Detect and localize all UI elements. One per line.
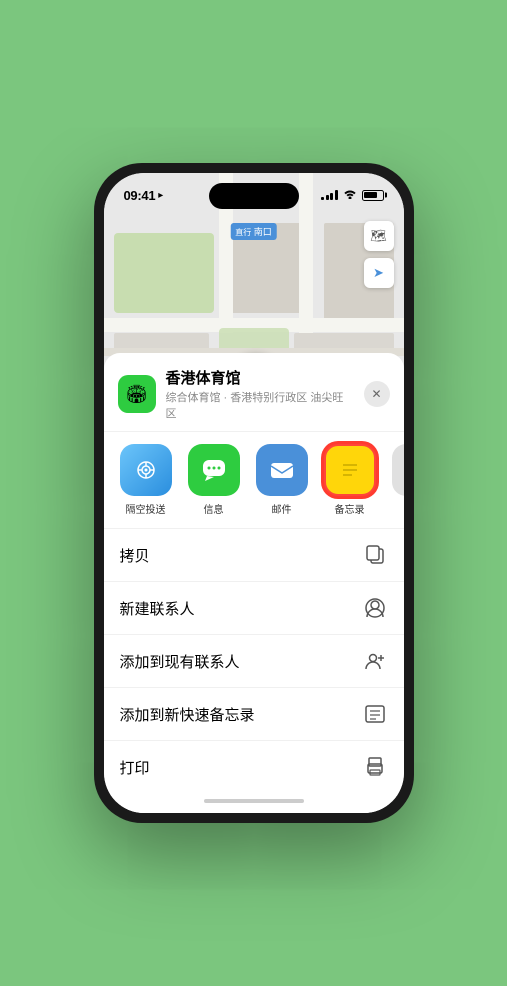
share-more[interactable]: 推 <box>390 444 404 516</box>
messages-icon <box>188 444 240 496</box>
airdrop-label: 隔空投送 <box>126 501 166 516</box>
map-controls: 🗺 ➤ <box>364 221 394 288</box>
status-icons <box>321 188 384 202</box>
add-existing-label: 添加到现有联系人 <box>120 651 240 672</box>
action-quick-note[interactable]: 添加到新快速备忘录 <box>104 688 404 741</box>
quick-note-icon <box>362 701 388 727</box>
phone-screen: 09:41 ▸ <box>104 173 404 813</box>
new-contact-label: 新建联系人 <box>120 598 195 619</box>
location-arrow-icon: ▸ <box>158 190 163 201</box>
home-indicator <box>104 793 404 813</box>
battery-icon <box>362 190 384 201</box>
phone-frame: 09:41 ▸ <box>94 163 414 823</box>
signal-bars-icon <box>321 190 338 200</box>
print-icon <box>362 754 388 780</box>
bottom-sheet: 🏟 香港体育馆 综合体育馆 · 香港特别行政区 油尖旺区 ✕ <box>104 353 404 813</box>
action-add-existing[interactable]: 添加到现有联系人 <box>104 635 404 688</box>
notes-icon <box>324 444 376 496</box>
share-row: 隔空投送 信息 <box>104 432 404 529</box>
close-button[interactable]: ✕ <box>364 381 390 407</box>
airdrop-icon <box>120 444 172 496</box>
action-new-contact[interactable]: 新建联系人 <box>104 582 404 635</box>
venue-info: 香港体育馆 综合体育馆 · 香港特别行政区 油尖旺区 <box>166 367 354 421</box>
add-existing-icon <box>362 648 388 674</box>
copy-label: 拷贝 <box>120 545 150 566</box>
status-time: 09:41 <box>124 188 156 203</box>
dynamic-island <box>209 183 299 209</box>
venue-name: 香港体育馆 <box>166 367 354 388</box>
share-airdrop[interactable]: 隔空投送 <box>118 444 174 516</box>
venue-subtitle: 综合体育馆 · 香港特别行政区 油尖旺区 <box>166 389 354 421</box>
print-label: 打印 <box>120 757 150 778</box>
action-print[interactable]: 打印 <box>104 741 404 793</box>
location-icon: ➤ <box>373 265 384 281</box>
quick-note-label: 添加到新快速备忘录 <box>120 704 255 725</box>
more-icon <box>392 444 404 496</box>
notes-label: 备忘录 <box>335 501 365 516</box>
map-south-entrance-label: 直行 南口 <box>230 223 277 240</box>
map-type-button[interactable]: 🗺 <box>364 221 394 251</box>
map-type-icon: 🗺 <box>370 228 387 244</box>
venue-icon: 🏟 <box>118 375 156 413</box>
messages-label: 信息 <box>204 501 224 516</box>
mail-icon <box>256 444 308 496</box>
mail-label: 邮件 <box>272 501 292 516</box>
sheet-header: 🏟 香港体育馆 综合体育馆 · 香港特别行政区 油尖旺区 ✕ <box>104 353 404 432</box>
copy-icon <box>362 542 388 568</box>
share-notes[interactable]: 备忘录 <box>322 444 378 516</box>
location-button[interactable]: ➤ <box>364 258 394 288</box>
share-mail[interactable]: 邮件 <box>254 444 310 516</box>
share-messages[interactable]: 信息 <box>186 444 242 516</box>
new-contact-icon <box>362 595 388 621</box>
action-copy[interactable]: 拷贝 <box>104 529 404 582</box>
wifi-icon <box>343 188 357 202</box>
